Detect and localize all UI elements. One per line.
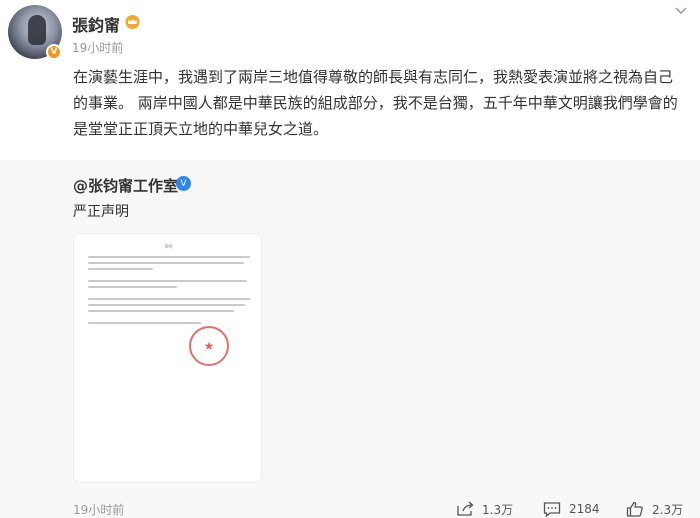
repost-text: 严正声明 [73, 204, 129, 220]
share-button[interactable]: 1.3万 [456, 500, 513, 518]
action-bar: 19小时前 1.3万 2184 2.3万 [0, 500, 700, 518]
statement-image[interactable]: 声明 ★ [73, 233, 262, 483]
crown-icon [125, 15, 140, 29]
post-text: 在演藝生涯中，我遇到了兩岸三地值得尊敬的師長與有志同仁，我熱愛表演並將之視為自己… [73, 68, 678, 138]
chevron-down-icon[interactable] [674, 4, 688, 18]
repost-card[interactable]: @张钧甯工作室 V 严正声明 声明 ★ 19小时前 1.3万 2184 2.3万 [0, 160, 700, 518]
verified-badge-icon: V [176, 176, 191, 191]
repost-time[interactable]: 19小时前 [73, 501, 124, 518]
repost-author[interactable]: @张钧甯工作室 [73, 175, 178, 196]
weibo-post: V 張鈞甯 19小时前 在演藝生涯中，我遇到了兩岸三地值得尊敬的師長與有志同仁，… [0, 0, 700, 160]
red-seal-stamp: ★ [189, 326, 229, 366]
share-icon [457, 501, 474, 516]
like-button[interactable]: 2.3万 [626, 500, 683, 518]
post-time[interactable]: 19小时前 [72, 39, 123, 56]
username[interactable]: 張鈞甯 [72, 12, 120, 36]
verified-badge-icon: V [46, 44, 62, 60]
like-icon [626, 501, 643, 517]
comment-button[interactable]: 2184 [543, 500, 600, 518]
share-count: 1.3万 [482, 502, 514, 517]
like-count: 2.3万 [652, 502, 684, 517]
comment-count: 2184 [569, 502, 600, 516]
comment-icon [543, 502, 561, 517]
document-title: 声明 [164, 244, 173, 249]
document-text-lines [88, 256, 250, 328]
